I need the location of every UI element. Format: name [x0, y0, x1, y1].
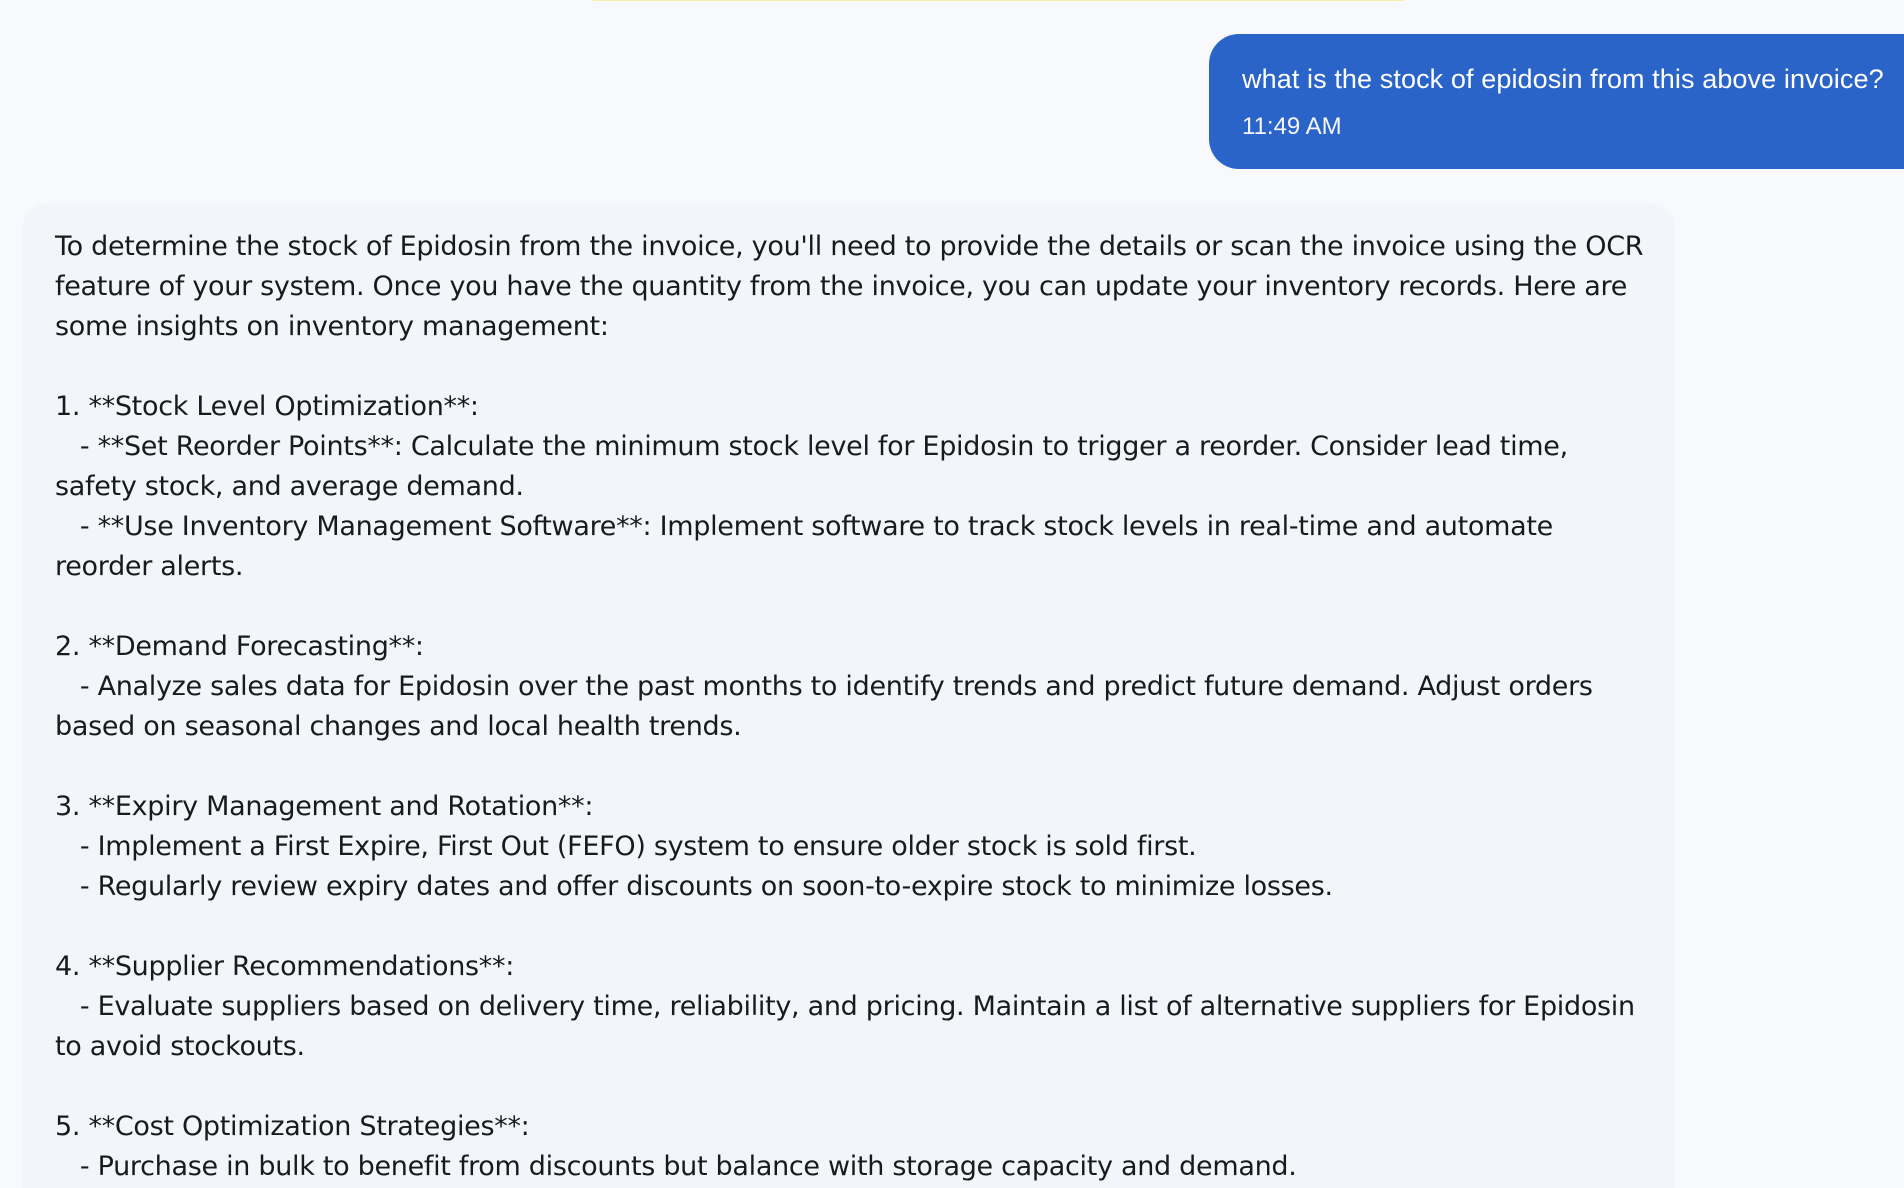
assistant-section-heading: 4. **Supplier Recommendations**: — [55, 951, 514, 982]
assistant-line: - Purchase in bulk to benefit from disco… — [55, 1151, 1297, 1182]
assistant-section-heading: 1. **Stock Level Optimization**: — [55, 391, 479, 422]
assistant-line: feature of your system. Once you have th… — [55, 271, 1628, 302]
user-message-text: what is the stock of epidosin from this … — [1242, 64, 1884, 94]
chat-messages-area[interactable]: what is the stock of epidosin from this … — [0, 0, 1904, 1188]
assistant-blank-line — [55, 747, 1675, 787]
assistant-line: - Regularly review expiry dates and offe… — [55, 871, 1333, 902]
assistant-message-bubble: To determine the stock of Epidosin from … — [23, 203, 1675, 1188]
assistant-line: some insights on inventory management: — [55, 311, 609, 342]
assistant-blank-line — [55, 587, 1675, 627]
assistant-line: reorder alerts. — [55, 551, 244, 582]
assistant-line: based on seasonal changes and local heal… — [55, 711, 742, 742]
assistant-line: - **Use Inventory Management Software**:… — [55, 511, 1553, 542]
assistant-blank-line — [55, 347, 1675, 387]
assistant-line: - **Set Reorder Points**: Calculate the … — [55, 431, 1568, 462]
assistant-section-heading: 3. **Expiry Management and Rotation**: — [55, 791, 594, 822]
assistant-blank-line — [55, 1067, 1675, 1107]
assistant-blank-line — [55, 907, 1675, 947]
user-message-bubble: what is the stock of epidosin from this … — [1209, 34, 1904, 169]
assistant-section-heading: 2. **Demand Forecasting**: — [55, 631, 424, 662]
user-message-time: 11:49 AM — [1242, 113, 1342, 140]
assistant-line: - Implement a First Expire, First Out (F… — [55, 831, 1197, 862]
assistant-line: to avoid stockouts. — [55, 1031, 305, 1062]
assistant-line: To determine the stock of Epidosin from … — [55, 231, 1644, 262]
assistant-line: - Analyze sales data for Epidosin over t… — [55, 671, 1593, 702]
assistant-line: - Evaluate suppliers based on delivery t… — [55, 991, 1635, 1022]
assistant-section-heading: 5. **Cost Optimization Strategies**: — [55, 1111, 530, 1142]
assistant-line: safety stock, and average demand. — [55, 471, 524, 502]
